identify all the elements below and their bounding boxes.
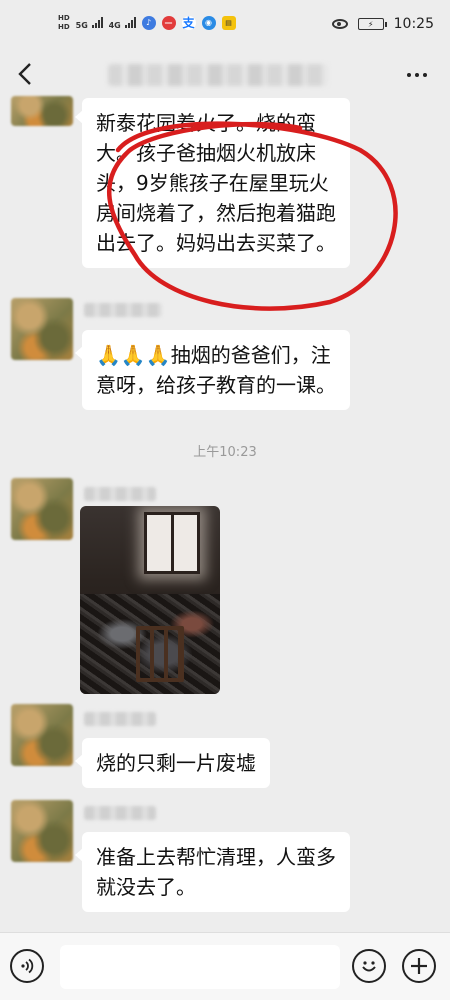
blue-app-icon: ◉ xyxy=(201,16,216,30)
chat-title-blurred xyxy=(108,64,328,86)
hd-label-2: HD xyxy=(58,23,70,31)
chevron-left-icon xyxy=(18,63,31,85)
music-app-icon: ♪ xyxy=(141,16,156,30)
message-timestamp: 上午10:23 xyxy=(193,445,257,460)
signal-4g-icon: 4G xyxy=(108,16,136,30)
avatar[interactable] xyxy=(11,298,73,360)
avatar[interactable] xyxy=(11,704,73,766)
sender-name-blurred xyxy=(84,303,162,317)
chat-header xyxy=(0,52,450,98)
avatar[interactable] xyxy=(11,96,73,126)
plus-button[interactable] xyxy=(402,949,436,983)
hd-icon: HD HD xyxy=(58,14,70,32)
avatar[interactable] xyxy=(11,478,73,540)
message-line: 准备上去帮忙清理，人蛮多 xyxy=(96,845,336,869)
more-dots-icon xyxy=(407,73,411,77)
message-line: 🙏🙏🙏抽烟的爸爸们，注 xyxy=(96,343,331,367)
status-bar: HD HD 5G 4G ♪ — 支 ◉ ▤ ⚡ 10:25 xyxy=(0,0,450,52)
yellow-app-icon: ▤ xyxy=(221,16,236,30)
message-line: 出去了。妈妈出去买菜了。 xyxy=(96,231,336,255)
message-line: 就没去了。 xyxy=(96,875,196,899)
emoji-button[interactable] xyxy=(352,949,386,983)
message-line: 烧的只剩一片废墟 xyxy=(96,751,256,775)
message-line: 头，9岁熊孩子在屋里玩火 xyxy=(96,171,329,195)
status-time: 10:25 xyxy=(393,16,434,32)
photo-window xyxy=(144,512,200,574)
status-left: HD HD 5G 4G ♪ — 支 ◉ ▤ xyxy=(58,14,236,32)
voice-button[interactable] xyxy=(10,949,44,983)
hd-label-1: HD xyxy=(58,14,70,22)
message-line: 意呀，给孩子教育的一课。 xyxy=(96,373,336,397)
eye-icon xyxy=(331,19,348,29)
plus-icon xyxy=(411,958,427,974)
sim2-label: 4G xyxy=(108,20,121,30)
photo-chair xyxy=(136,626,184,682)
message-line: 房间烧着了，然后抱着猫跑 xyxy=(96,201,336,225)
voice-icon xyxy=(21,958,34,974)
alipay-icon: 支 xyxy=(181,16,196,30)
avatar[interactable] xyxy=(11,800,73,862)
emoji-icon xyxy=(362,961,376,972)
sender-name-blurred xyxy=(84,487,156,501)
burned-room-photo[interactable] xyxy=(80,506,220,694)
message-bubble[interactable]: 🙏🙏🙏抽烟的爸爸们，注 意呀，给孩子教育的一课。 xyxy=(75,330,350,410)
red-app-icon: — xyxy=(161,16,176,30)
battery-charging-icon: ⚡ xyxy=(357,18,387,30)
message-bubble[interactable]: 新泰花园着火了。烧的蛮 大。孩子爸抽烟火机放床 头，9岁熊孩子在屋里玩火 房间烧… xyxy=(75,98,350,268)
signal-5g-icon: 5G xyxy=(75,16,103,30)
sim1-label: 5G xyxy=(75,20,88,30)
back-button[interactable] xyxy=(10,59,40,89)
message-bubble[interactable]: 准备上去帮忙清理，人蛮多 就没去了。 xyxy=(75,832,350,912)
status-right: ⚡ 10:25 xyxy=(331,16,434,32)
message-bubble[interactable]: 烧的只剩一片废墟 xyxy=(75,738,270,788)
sender-name-blurred xyxy=(84,712,156,726)
more-button[interactable] xyxy=(402,64,432,86)
message-line: 大。孩子爸抽烟火机放床 xyxy=(96,141,316,165)
message-input[interactable] xyxy=(60,945,340,989)
sender-name-blurred xyxy=(84,806,156,820)
input-bar xyxy=(0,932,450,1000)
message-line: 新泰花园着火了。烧的蛮 xyxy=(96,111,316,135)
